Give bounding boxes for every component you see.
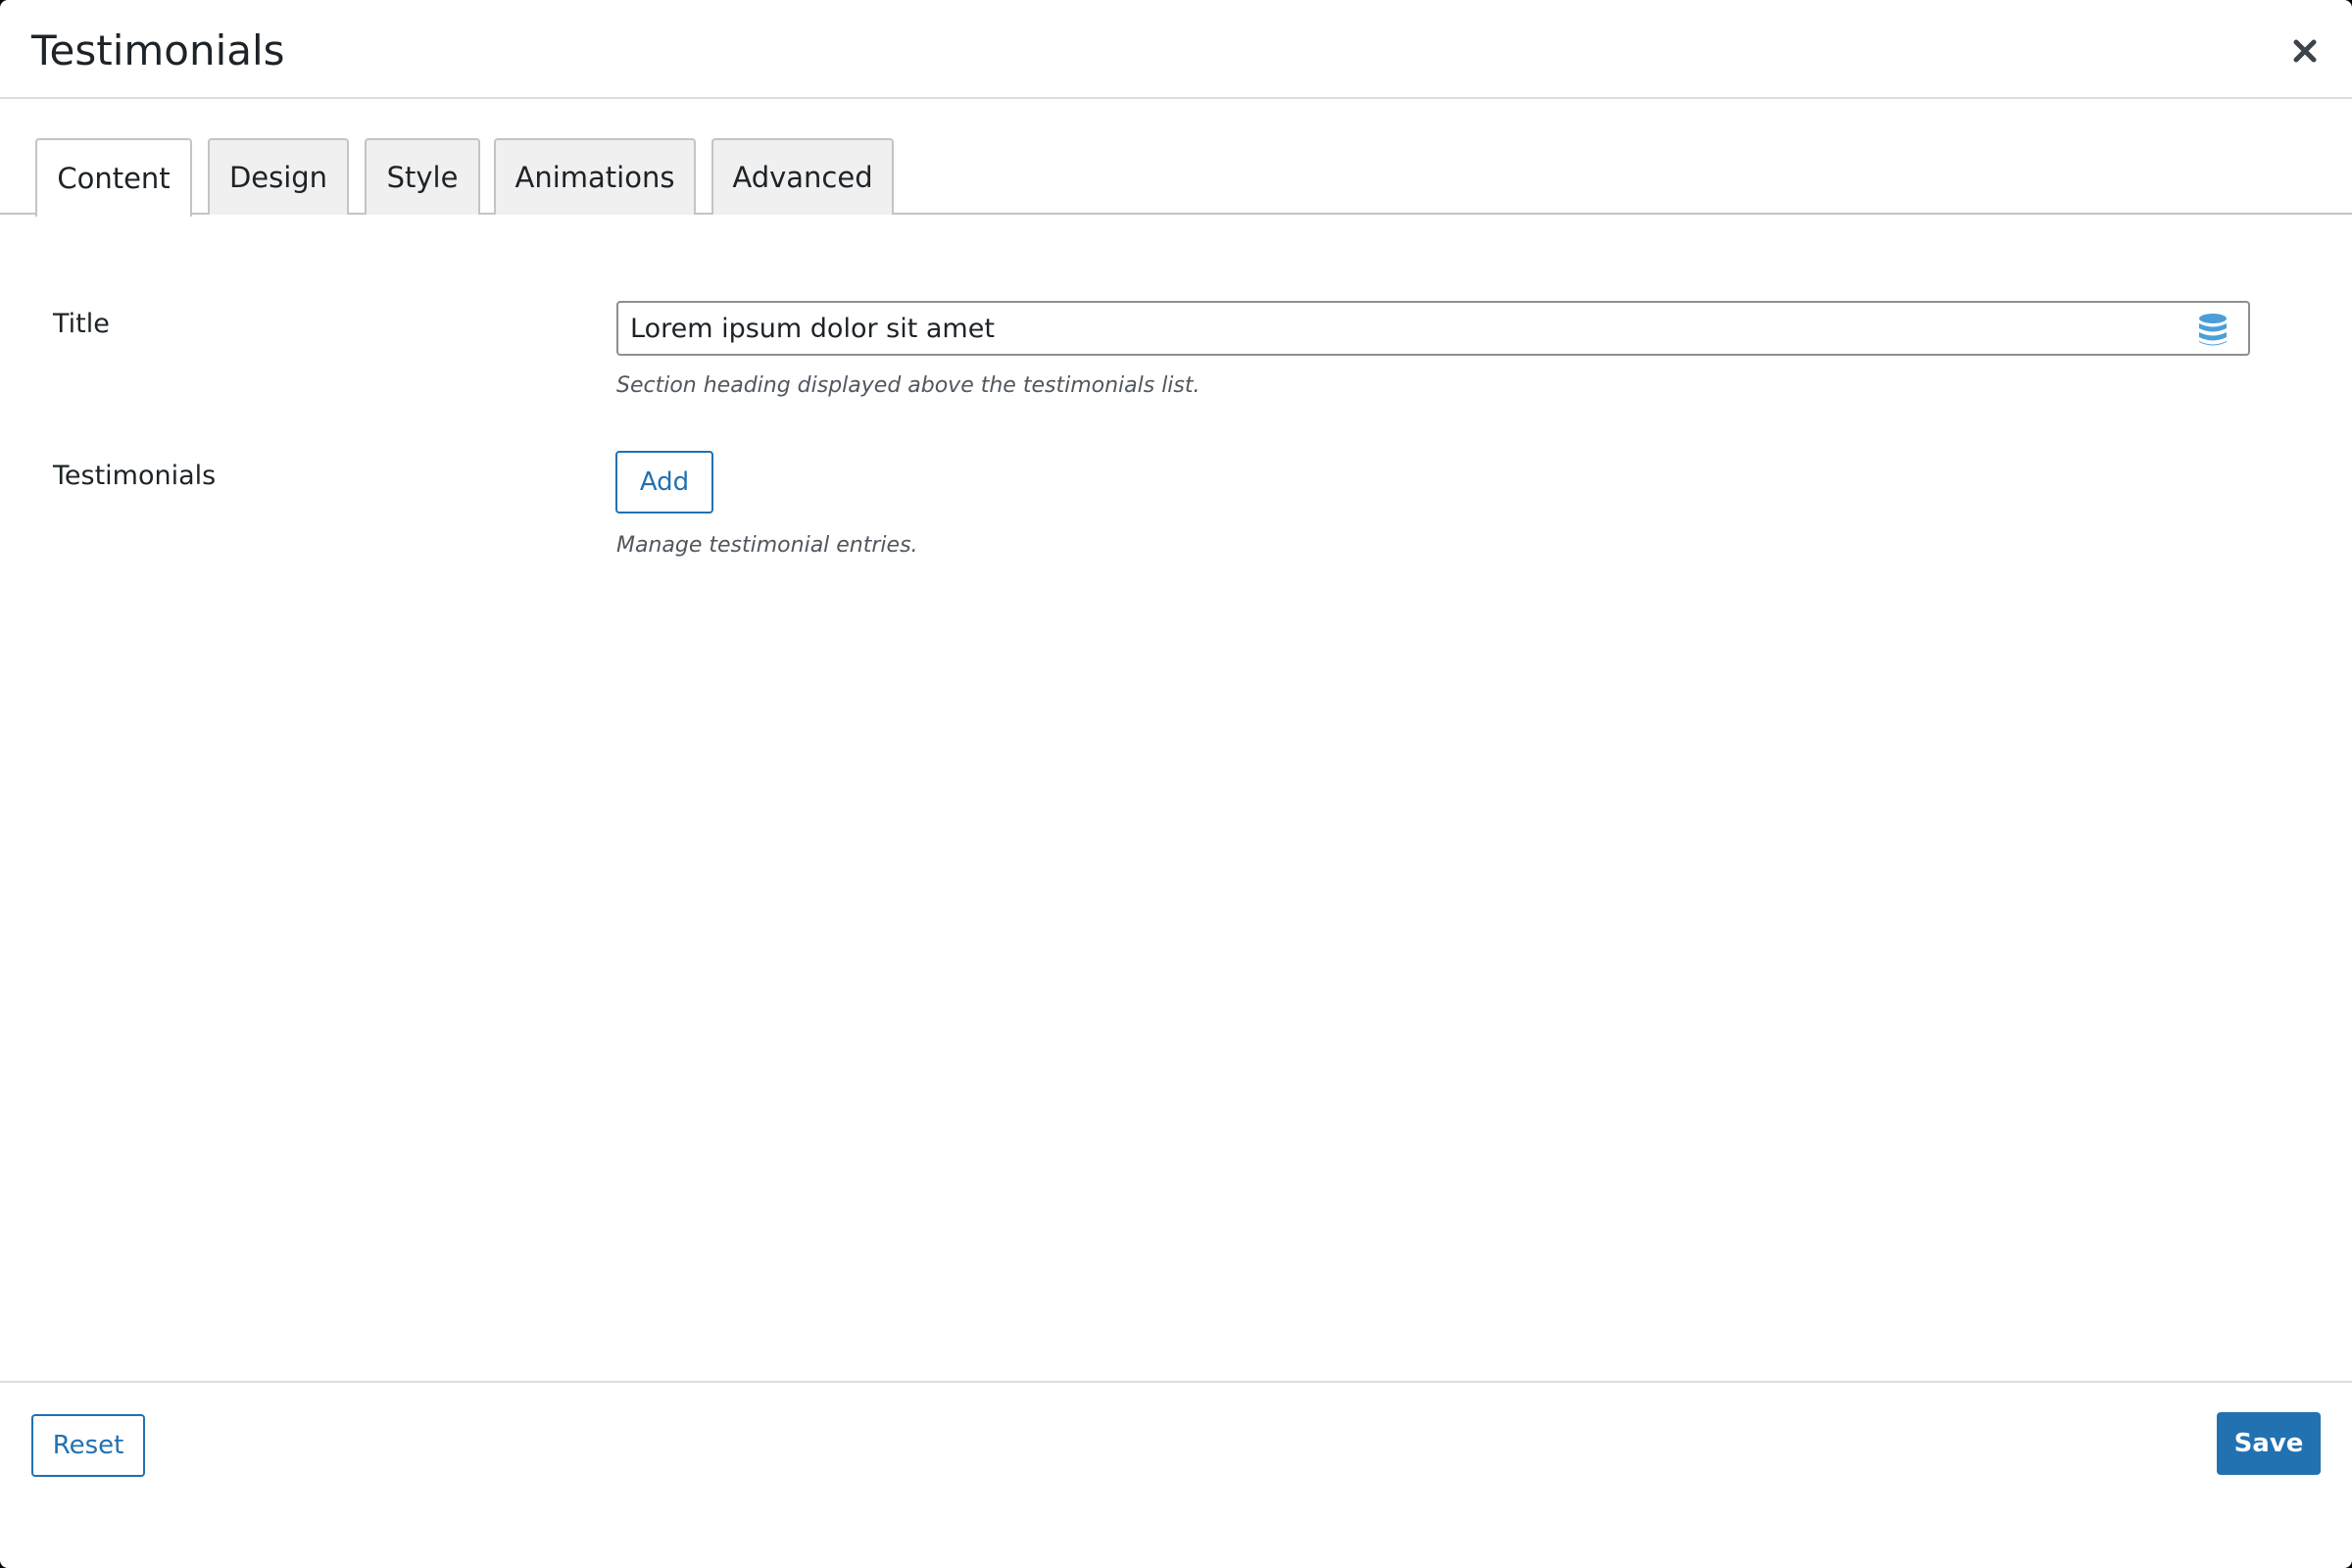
testimonials-help-text: Manage testimonial entries.	[616, 533, 918, 558]
title-help-text: Section heading displayed above the test…	[616, 373, 1200, 398]
title-input[interactable]	[618, 303, 2186, 354]
title-label: Title	[53, 309, 110, 339]
tab-style[interactable]: Style	[365, 138, 480, 215]
save-button[interactable]: Save	[2217, 1412, 2321, 1475]
modal-title: Testimonials	[31, 26, 285, 74]
modal-header: Testimonials	[0, 0, 2352, 99]
tab-bar: Content Design Style Animations Advanced	[0, 138, 2352, 217]
testimonials-label: Testimonials	[53, 461, 217, 491]
modal-footer: Reset Save	[0, 1381, 2352, 1568]
reset-button[interactable]: Reset	[31, 1414, 145, 1477]
add-testimonial-button[interactable]: Add	[615, 451, 713, 514]
testimonials-modal: Testimonials Content Design Style Animat…	[0, 0, 2352, 1568]
database-icon[interactable]	[2197, 313, 2229, 348]
tab-content[interactable]: Content	[35, 138, 192, 217]
tab-design[interactable]: Design	[208, 138, 349, 215]
close-button[interactable]	[2283, 29, 2327, 73]
title-input-wrapper	[616, 301, 2250, 356]
tab-animations[interactable]: Animations	[494, 138, 696, 215]
close-icon	[2293, 39, 2317, 63]
tab-advanced[interactable]: Advanced	[711, 138, 894, 215]
